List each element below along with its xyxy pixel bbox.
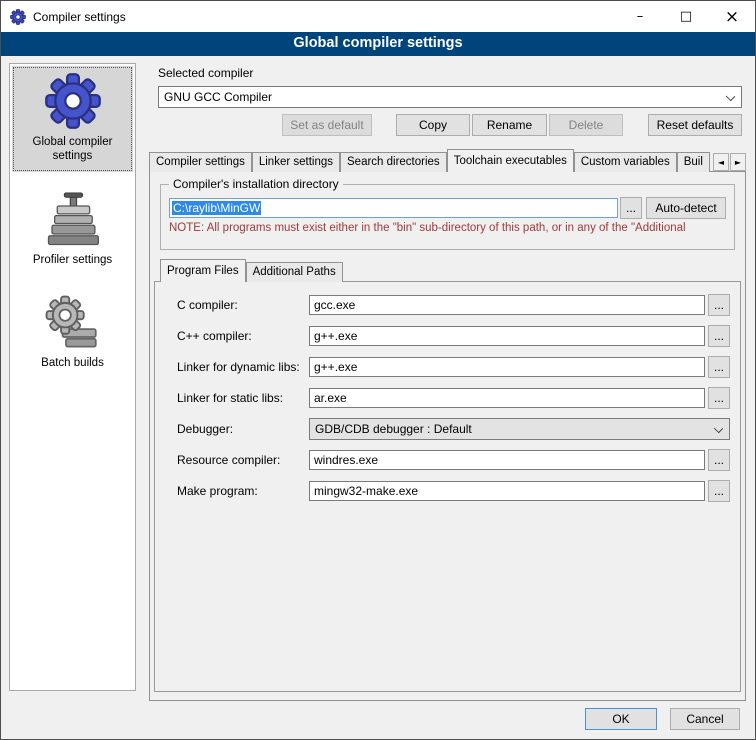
static-linker-input[interactable] [309,388,705,408]
sidebar-item-label: Global compiler settings [14,135,131,164]
subtab-program-files[interactable]: Program Files [160,259,246,282]
cancel-button[interactable]: Cancel [670,708,740,730]
compiler-settings-dialog: Compiler settings – □ × Global compiler … [0,0,756,740]
installation-directory-row: C:\raylib\MinGW ... Auto-detect [169,197,726,219]
copy-button[interactable]: Copy [396,114,470,136]
c-compiler-browse-button[interactable]: ... [708,294,730,316]
chevron-down-icon [714,424,723,433]
settings-tab-strip: Compiler settings Linker settings Search… [149,149,746,172]
make-program-browse-button[interactable]: ... [708,480,730,502]
installation-note: NOTE: All programs must exist either in … [169,222,726,234]
toolchain-executables-panel: Compiler's installation directory C:\ray… [149,171,746,701]
debugger-label: Debugger: [177,422,309,436]
window-controls: – □ × [617,1,755,32]
delete-button[interactable]: Delete [549,114,623,136]
sidebar-item-profiler-settings[interactable]: Profiler settings [12,186,133,275]
program-files-panel: C compiler: ... C++ compiler: ... Linker… [154,281,741,692]
subtab-additional-paths[interactable]: Additional Paths [246,262,343,282]
banner-title: Global compiler settings [1,32,755,56]
selected-compiler-label: Selected compiler [158,66,253,80]
make-program-row: Make program: ... [177,480,730,502]
resource-compiler-input[interactable] [309,450,705,470]
installation-directory-value: C:\raylib\MinGW [172,201,261,215]
tab-scroll-right-icon[interactable]: ► [730,153,746,171]
static-linker-browse-button[interactable]: ... [708,387,730,409]
installation-directory-group-title: Compiler's installation directory [169,177,343,191]
make-program-input[interactable] [309,481,705,501]
cpp-compiler-input[interactable] [309,326,705,346]
clamp-icon [45,192,101,248]
dialog-footer: OK Cancel [585,708,740,730]
debugger-row: Debugger: GDB/CDB debugger : Default [177,418,730,440]
static-linker-label: Linker for static libs: [177,391,309,405]
sidebar-item-label: Batch builds [41,356,104,370]
c-compiler-label: C compiler: [177,298,309,312]
auto-detect-button[interactable]: Auto-detect [646,197,726,219]
window-title: Compiler settings [33,10,126,24]
tab-build-options[interactable]: Buil [677,152,710,172]
dynamic-linker-row: Linker for dynamic libs: ... [177,356,730,378]
browse-directory-button[interactable]: ... [620,197,642,219]
settings-category-list: Global compiler settings Profiler settin… [9,63,136,691]
sidebar-item-batch-builds[interactable]: Batch builds [12,289,133,378]
static-linker-row: Linker for static libs: ... [177,387,730,409]
close-icon[interactable]: × [709,1,755,32]
ok-button[interactable]: OK [585,708,657,730]
app-gear-icon [10,9,26,25]
compiler-select[interactable]: GNU GCC Compiler [158,86,742,108]
minimize-icon[interactable]: – [617,1,663,32]
c-compiler-input[interactable] [309,295,705,315]
title-bar: Compiler settings – □ × [1,1,755,32]
debugger-select[interactable]: GDB/CDB debugger : Default [309,418,730,440]
tab-scroll-buttons: ◄ ► [713,153,746,171]
dynamic-linker-browse-button[interactable]: ... [708,356,730,378]
tab-scroll-left-icon[interactable]: ◄ [713,153,729,171]
rename-button[interactable]: Rename [472,114,547,136]
tab-compiler-settings[interactable]: Compiler settings [149,152,252,172]
installation-directory-input[interactable]: C:\raylib\MinGW [169,198,618,218]
debugger-select-value: GDB/CDB debugger : Default [315,422,472,436]
program-subtab-strip: Program Files Additional Paths [160,259,343,282]
tab-search-directories[interactable]: Search directories [340,152,447,172]
installation-directory-group: Compiler's installation directory C:\ray… [160,184,735,250]
gear-stack-icon [45,295,101,351]
set-as-default-button[interactable]: Set as default [282,114,372,136]
dynamic-linker-label: Linker for dynamic libs: [177,360,309,374]
compiler-select-value: GNU GCC Compiler [164,90,272,104]
sidebar-item-label: Profiler settings [33,253,112,267]
cpp-compiler-browse-button[interactable]: ... [708,325,730,347]
tab-linker-settings[interactable]: Linker settings [252,152,340,172]
dynamic-linker-input[interactable] [309,357,705,377]
resource-compiler-browse-button[interactable]: ... [708,449,730,471]
sidebar-item-global-compiler-settings[interactable]: Global compiler settings [12,66,133,172]
tab-toolchain-executables[interactable]: Toolchain executables [447,149,574,172]
make-program-label: Make program: [177,484,309,498]
resource-compiler-label: Resource compiler: [177,453,309,467]
chevron-down-icon [726,92,735,101]
cpp-compiler-label: C++ compiler: [177,329,309,343]
reset-defaults-button[interactable]: Reset defaults [648,114,742,136]
cpp-compiler-row: C++ compiler: ... [177,325,730,347]
maximize-icon[interactable]: □ [663,1,709,32]
tab-custom-variables[interactable]: Custom variables [574,152,677,172]
resource-compiler-row: Resource compiler: ... [177,449,730,471]
compiler-action-buttons: Set as default Copy Rename Delete Reset … [158,114,742,136]
gear-icon [44,72,102,130]
c-compiler-row: C compiler: ... [177,294,730,316]
